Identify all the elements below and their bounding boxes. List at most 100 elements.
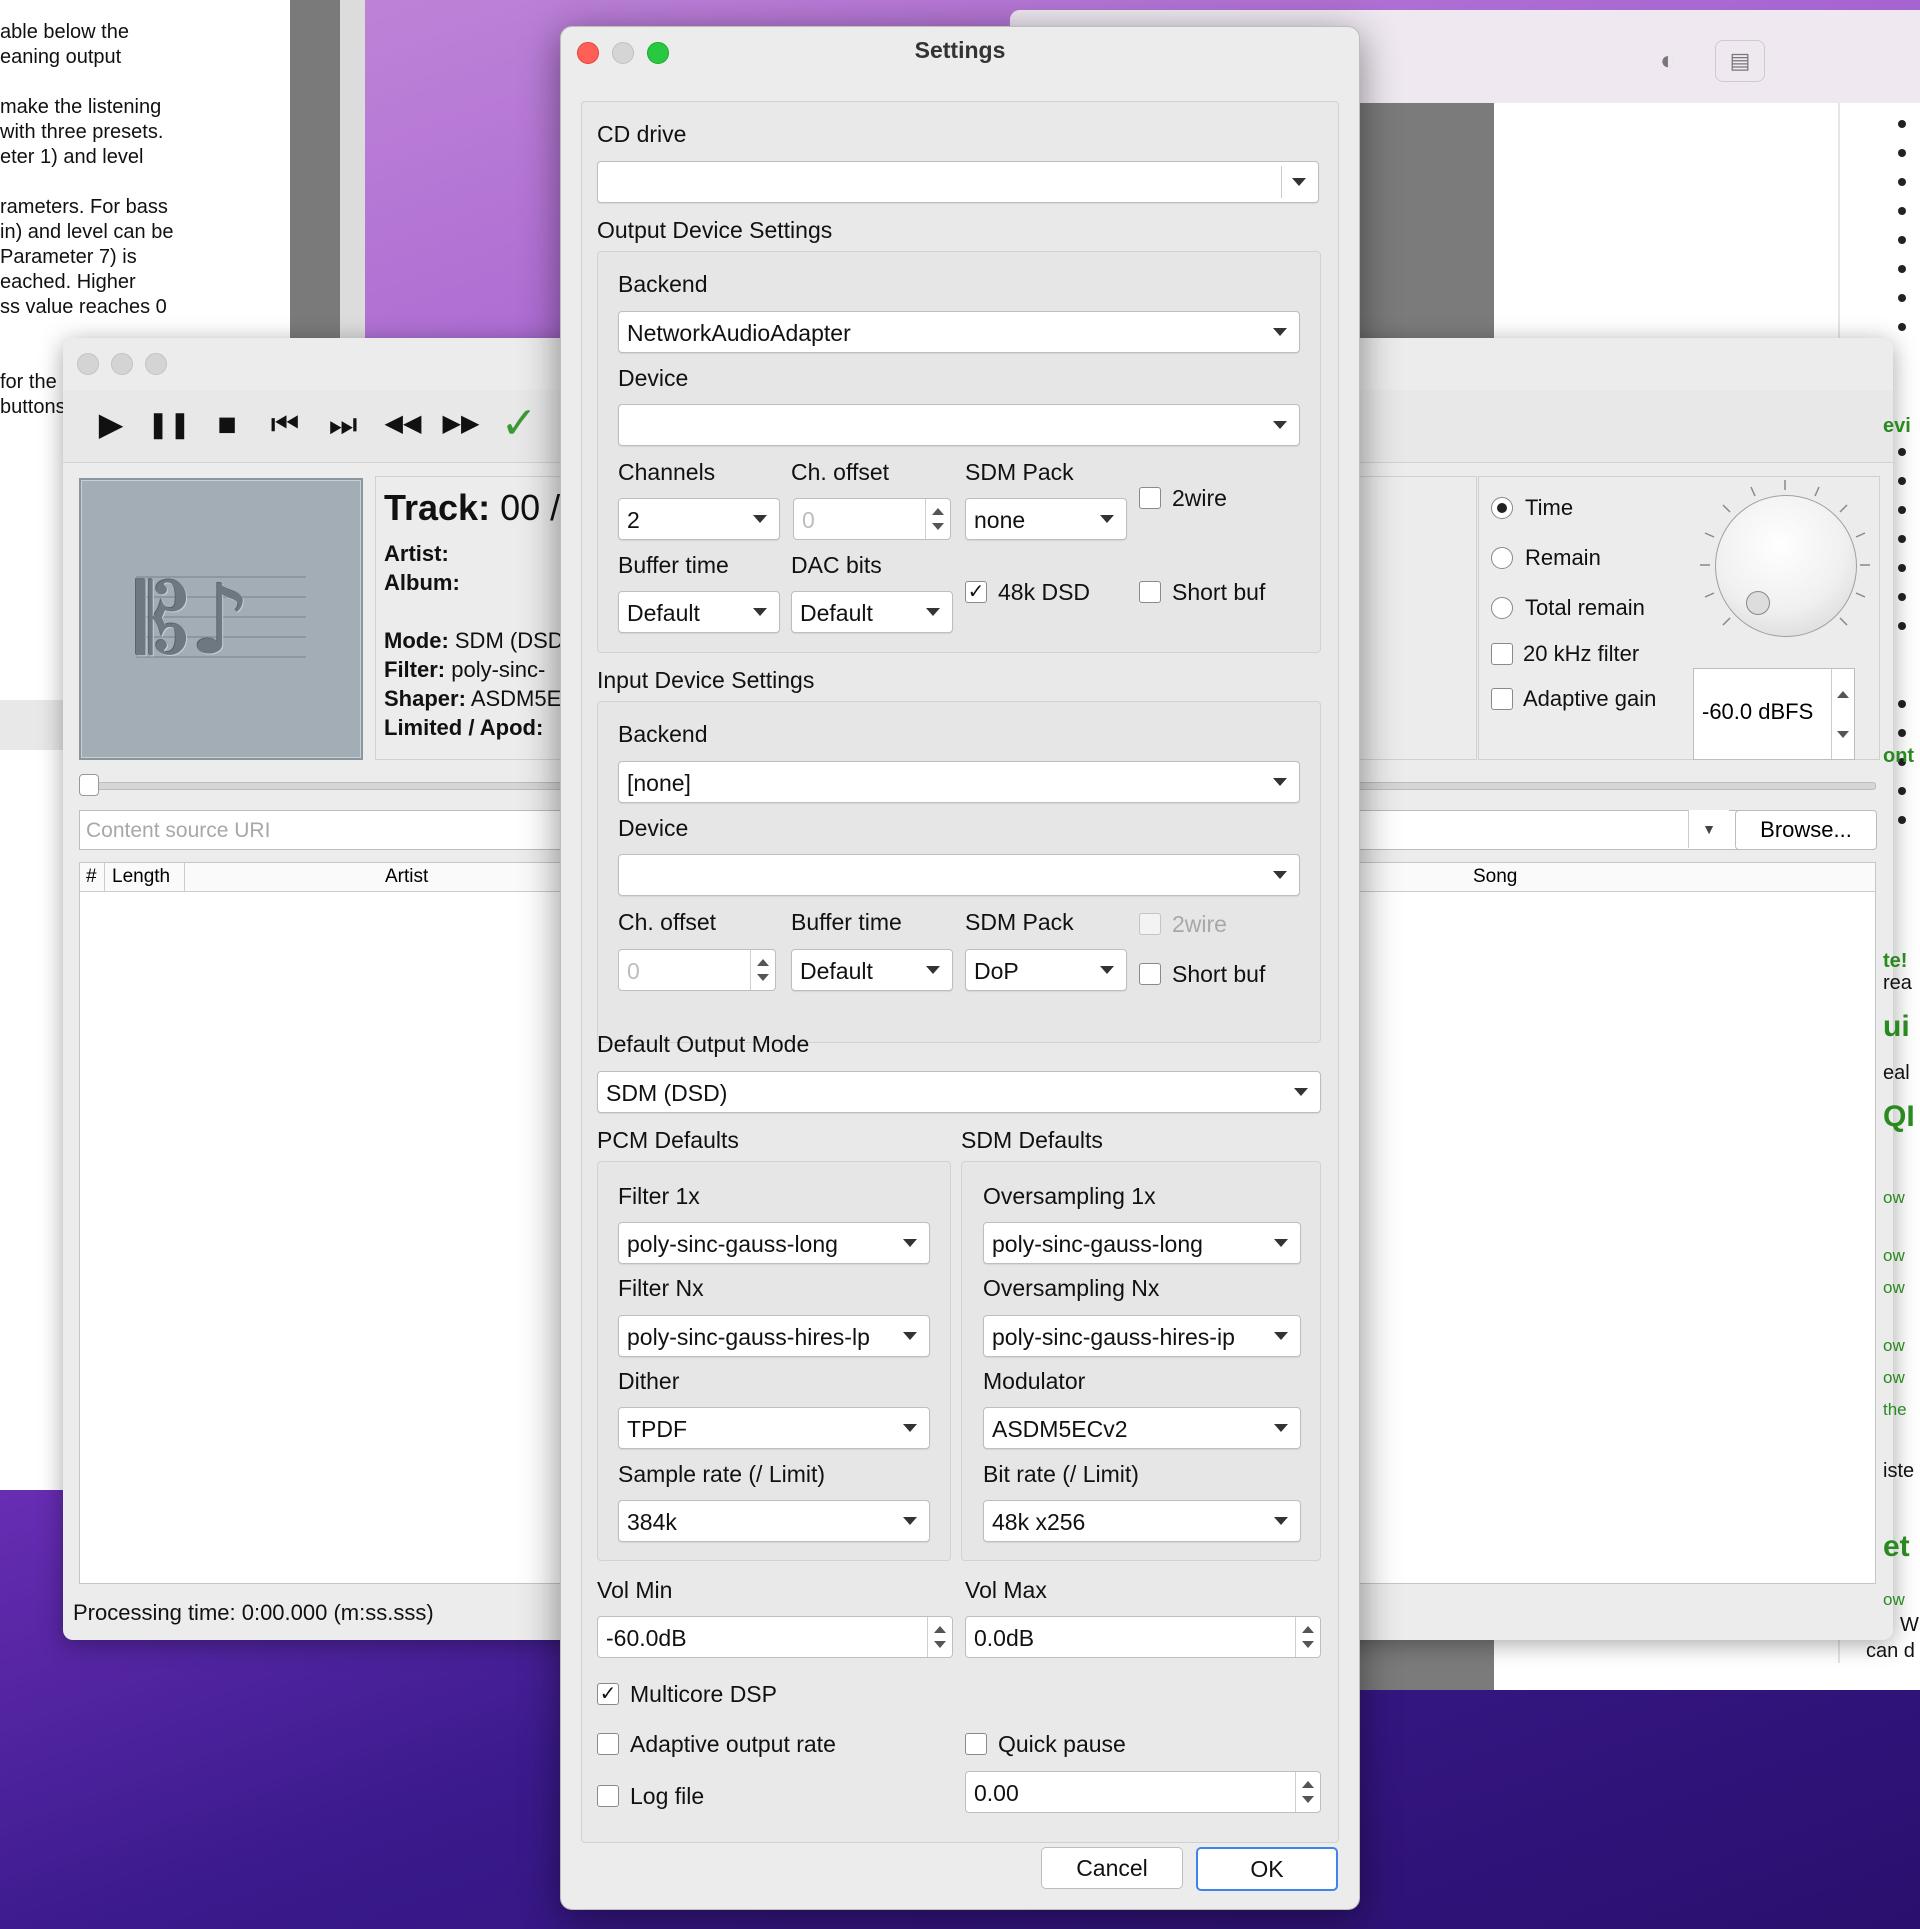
close-dot-inactive[interactable] <box>77 353 99 375</box>
browser-link-fragment[interactable]: ow <box>1883 1278 1905 1298</box>
modulator-select[interactable]: ASDM5ECv2 <box>983 1407 1301 1449</box>
browser-fragment: rea <box>1883 972 1912 994</box>
document-scroll-strip <box>290 0 340 340</box>
bitrate-select[interactable]: 48k x256 <box>983 1500 1301 1542</box>
zoom-dot-inactive[interactable] <box>145 353 167 375</box>
input-section-title: Input Device Settings <box>597 667 815 693</box>
browser-link-fragment[interactable]: ow <box>1883 1590 1905 1610</box>
stop-icon[interactable]: ■ <box>205 402 249 446</box>
col-song[interactable]: Song <box>1473 866 1517 888</box>
browser-fragment: QI <box>1883 1100 1915 1133</box>
samplerate-select[interactable]: 384k <box>618 1500 930 1542</box>
in-sdm-pack-select[interactable]: DoP <box>965 949 1127 991</box>
col-length[interactable]: Length <box>112 866 170 888</box>
short-buf-checkbox[interactable] <box>1139 581 1161 603</box>
out-device-label: Device <box>618 365 689 391</box>
in-twowire-label: 2wire <box>1172 911 1227 937</box>
filternx-select[interactable]: poly-sinc-gauss-hires-lp <box>618 1315 930 1357</box>
osnx-select[interactable]: poly-sinc-gauss-hires-ip <box>983 1315 1301 1357</box>
browser-fragment: et <box>1883 1530 1910 1563</box>
album-label: Album: <box>384 570 460 595</box>
ch-offset-spinbox[interactable]: 0 <box>793 498 951 540</box>
browser-link-fragment[interactable]: the <box>1883 1400 1907 1420</box>
volmax-spinbox[interactable]: 0.0dB <box>965 1616 1321 1658</box>
log-file-checkbox[interactable] <box>597 1785 619 1807</box>
browser-link-fragment[interactable]: ow <box>1883 1188 1905 1208</box>
uri-dropdown-button[interactable]: ▼ <box>1688 810 1729 848</box>
in-buffer-time-select[interactable]: Default <box>791 949 953 991</box>
sdm-pack-select[interactable]: none <box>965 498 1127 540</box>
minimize-dot-inactive[interactable] <box>111 353 133 375</box>
reader-icon[interactable]: ▤ <box>1715 40 1765 82</box>
browser-link-fragment[interactable]: ow <box>1883 1368 1905 1388</box>
dsd48k-checkbox[interactable]: ✓ <box>965 581 987 603</box>
dialog-title: Settings <box>914 37 1006 63</box>
browser-link-fragment[interactable]: ow <box>1883 1246 1905 1266</box>
os1x-label: Oversampling 1x <box>983 1183 1156 1209</box>
volmin-label: Vol Min <box>597 1577 673 1603</box>
previous-track-icon[interactable]: ⏮ <box>263 402 307 446</box>
filter1x-select[interactable]: poly-sinc-gauss-long <box>618 1222 930 1264</box>
cancel-button[interactable]: Cancel <box>1041 1847 1183 1889</box>
out-backend-select[interactable]: NetworkAudioAdapter <box>618 311 1300 353</box>
extra-value-spinbox[interactable]: 0.00 <box>965 1771 1321 1813</box>
out-device-select[interactable] <box>618 404 1300 446</box>
dither-select[interactable]: TPDF <box>618 1407 930 1449</box>
filter-20khz-checkbox[interactable] <box>1491 643 1513 665</box>
time-radio[interactable] <box>1491 497 1513 519</box>
total-remain-radio-label: Total remain <box>1525 595 1645 620</box>
dac-bits-select[interactable]: Default <box>791 591 953 633</box>
channels-label: Channels <box>618 459 716 485</box>
gain-spinbox[interactable]: -60.0 dBFS <box>1693 668 1855 760</box>
time-radio-label: Time <box>1525 495 1574 520</box>
short-buf-label: Short buf <box>1172 579 1266 605</box>
adaptive-rate-checkbox[interactable] <box>597 1733 619 1755</box>
buffer-time-select[interactable]: Default <box>618 591 780 633</box>
multicore-checkbox[interactable]: ✓ <box>597 1683 619 1705</box>
in-backend-select[interactable]: [none] <box>618 761 1300 803</box>
filter1x-label: Filter 1x <box>618 1183 700 1209</box>
volume-knob[interactable] <box>1715 495 1857 637</box>
browser-fragment: can d <box>1866 1640 1915 1662</box>
browse-button[interactable]: Browse... <box>1735 810 1877 850</box>
pause-icon[interactable]: ❚❚ <box>147 402 191 446</box>
uri-placeholder: Content source URI <box>86 819 271 842</box>
dsd48k-label: 48k DSD <box>998 579 1091 605</box>
album-art: 𝄡♪ <box>79 478 363 760</box>
quick-pause-label: Quick pause <box>998 1731 1126 1757</box>
in-buffer-time-label: Buffer time <box>791 909 902 935</box>
quick-pause-checkbox[interactable] <box>965 1733 987 1755</box>
play-icon[interactable]: ▶ <box>89 402 133 446</box>
col-artist[interactable]: Artist <box>385 866 428 888</box>
adaptive-gain-checkbox[interactable] <box>1491 688 1513 710</box>
browser-link-fragment[interactable]: ow <box>1883 1336 1905 1356</box>
track-details: Artist: Album: Mode: SDM (DSD Filter: po… <box>384 539 564 742</box>
adaptive-rate-label: Adaptive output rate <box>630 1731 836 1757</box>
in-twowire-checkbox[interactable] <box>1139 913 1161 935</box>
default-mode-select[interactable]: SDM (DSD) <box>597 1071 1321 1113</box>
log-file-label: Log file <box>630 1783 705 1809</box>
cd-drive-select[interactable] <box>597 161 1319 203</box>
next-track-icon[interactable]: ⏭ <box>321 402 365 446</box>
in-device-select[interactable] <box>618 854 1300 896</box>
seek-handle[interactable] <box>79 774 99 796</box>
mode-value: SDM (DSD <box>448 628 564 653</box>
rewind-icon[interactable]: ◀◀ <box>381 402 425 446</box>
volmin-spinbox[interactable]: -60.0dB <box>597 1616 953 1658</box>
channels-select[interactable]: 2 <box>618 498 780 540</box>
os1x-select[interactable]: poly-sinc-gauss-long <box>983 1222 1301 1264</box>
shield-icon[interactable]: ◐ <box>1660 45 1676 76</box>
col-number[interactable]: # <box>86 866 97 888</box>
ok-button[interactable]: OK <box>1196 1847 1338 1891</box>
settings-dialog: Settings CD drive Output Device Settings… <box>560 26 1360 1910</box>
check-icon[interactable]: ✓ <box>497 402 541 446</box>
output-section-title: Output Device Settings <box>597 217 833 243</box>
fast-forward-icon[interactable]: ▶▶ <box>439 402 483 446</box>
in-backend-label: Backend <box>618 721 708 747</box>
twowire-checkbox[interactable] <box>1139 487 1161 509</box>
dac-bits-label: DAC bits <box>791 552 882 578</box>
total-remain-radio[interactable] <box>1491 597 1513 619</box>
remain-radio[interactable] <box>1491 547 1513 569</box>
in-ch-offset-spinbox[interactable]: 0 <box>618 949 776 991</box>
in-short-buf-checkbox[interactable] <box>1139 963 1161 985</box>
